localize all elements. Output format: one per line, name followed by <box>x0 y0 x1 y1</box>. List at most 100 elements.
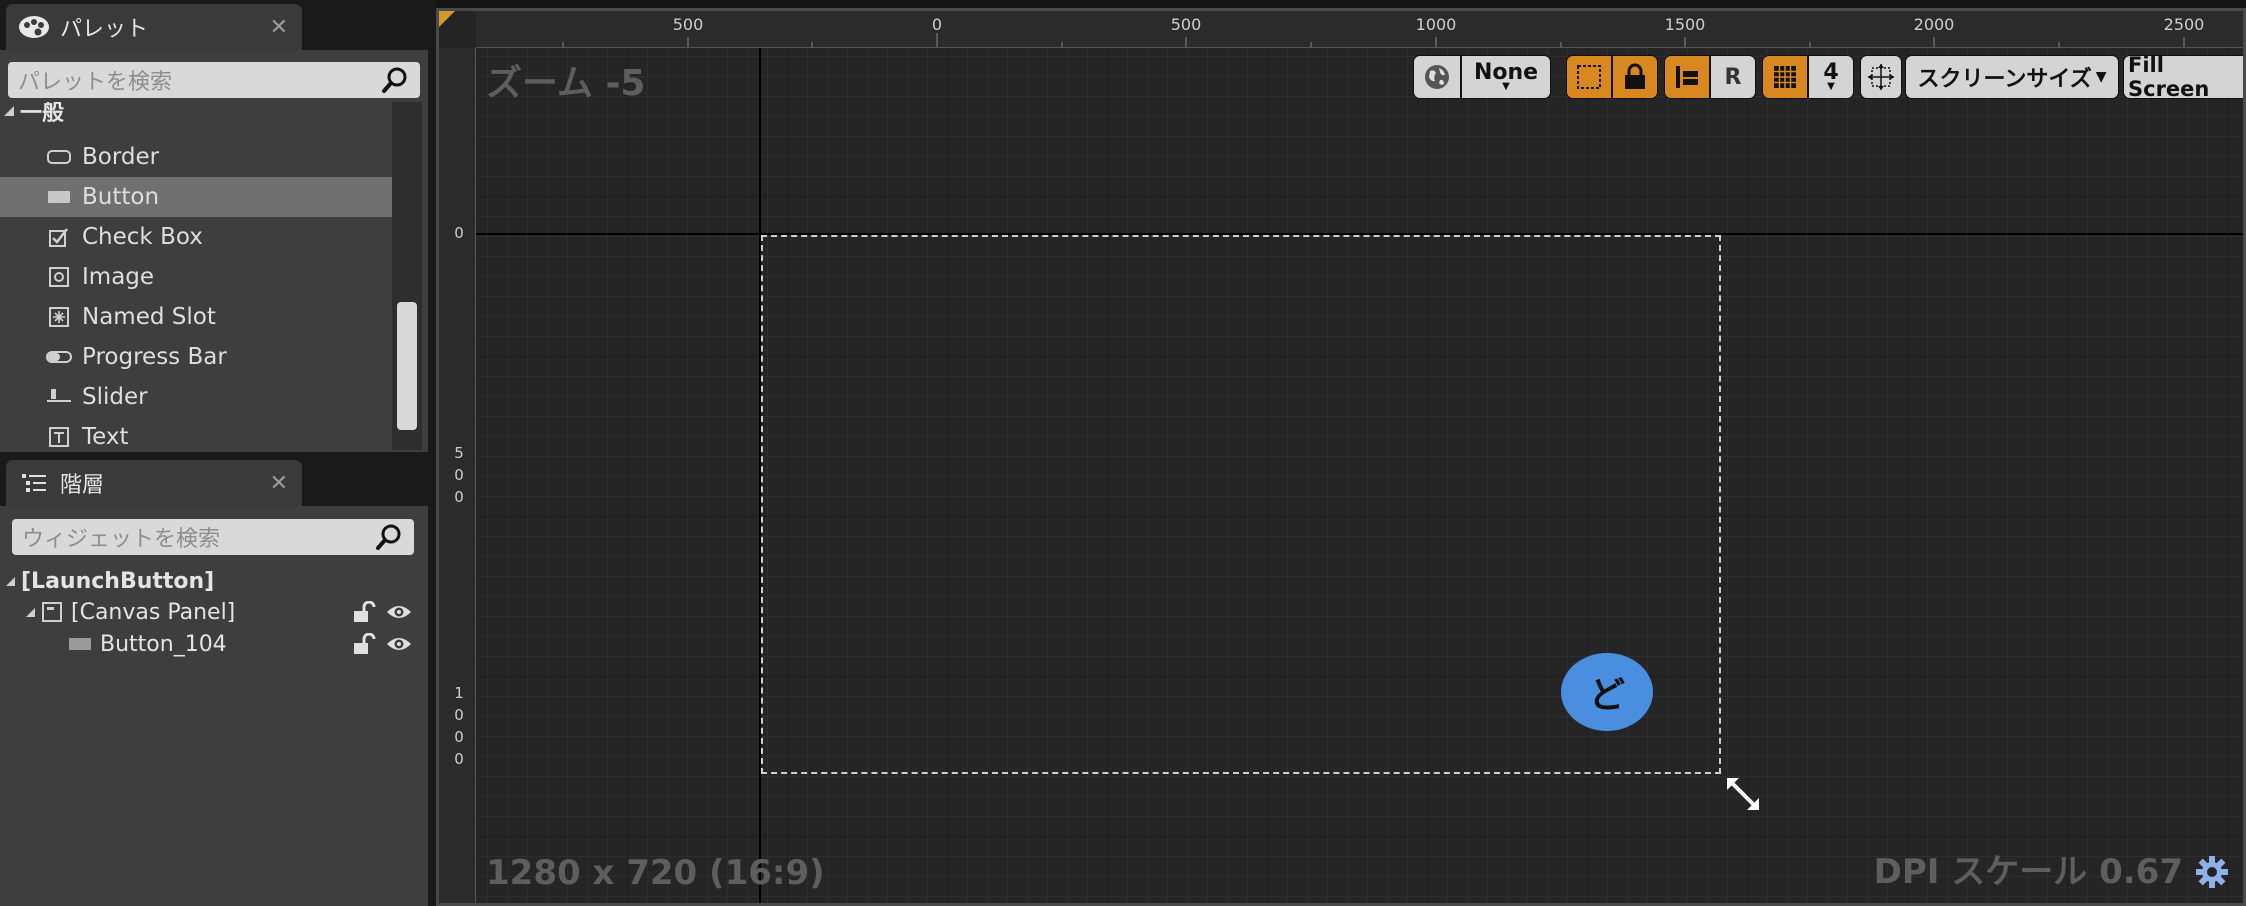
palette-tab-strip: パレット ✕ <box>0 0 436 50</box>
palette-item-slider[interactable]: Slider <box>0 377 392 417</box>
screen-size-dropdown[interactable]: スクリーンサイズ ▼ <box>1905 55 2119 99</box>
designer-viewport[interactable]: 500 0 500 1000 1500 2000 2500 0 5 0 0 1 … <box>436 8 2246 906</box>
palette-scrollbar-thumb[interactable] <box>397 302 417 430</box>
image-icon <box>44 265 74 289</box>
category-header[interactable]: 一般 <box>0 102 392 126</box>
ruler-digit: 0 <box>454 706 464 724</box>
grid-icon <box>1774 66 1796 88</box>
button-icon <box>44 185 74 209</box>
canvas-panel-icon <box>42 602 62 622</box>
unlock-icon[interactable] <box>352 633 376 655</box>
localization-value: None <box>1473 60 1539 85</box>
named-slot-icon <box>44 305 74 329</box>
cursor-badge[interactable]: ど <box>1561 653 1653 731</box>
slider-icon <box>44 385 74 409</box>
palette-item-named-slot[interactable]: Named Slot <box>0 297 392 337</box>
viewport-corner-marker <box>439 11 455 27</box>
tree-item-canvas-panel[interactable]: [Canvas Panel] <box>26 597 235 627</box>
palette-item-label: Image <box>82 264 155 290</box>
palette-item-label: Text <box>82 424 129 450</box>
gear-icon[interactable] <box>2195 855 2229 889</box>
palette-item-image[interactable]: Image <box>0 257 392 297</box>
left-column: パレット ✕ パレットを検索 一般 Border Button Check Bo… <box>0 0 436 906</box>
zoom-to-fit-button[interactable] <box>1860 55 1902 99</box>
palette-item-label: Named Slot <box>82 304 216 330</box>
palette-item-button[interactable]: Button <box>0 177 392 217</box>
ruler-left: 0 5 0 0 1 0 0 0 <box>439 48 476 903</box>
fill-screen-label: Fill Screen <box>2128 53 2210 101</box>
outline-toggle-button[interactable] <box>1566 55 1612 99</box>
hierarchy-tab-label: 階層 <box>60 473 105 498</box>
dpi-scale-label: DPI スケール 0.67 <box>1873 852 2183 892</box>
globe-button[interactable] <box>1413 55 1461 99</box>
design-canvas[interactable]: ど ズーム -5 1280 x 720 (16:9) DPI スケール 0.67 <box>476 48 2243 903</box>
eye-icon[interactable] <box>386 602 412 622</box>
collapse-arrow-icon[interactable] <box>6 576 15 586</box>
palette-item-label: Button <box>82 184 160 210</box>
collapse-arrow-icon[interactable] <box>4 106 14 116</box>
fill-screen-dropdown[interactable]: Fill Screen ▼ <box>2123 53 2243 101</box>
grid-size-value: 4 <box>1823 60 1839 85</box>
grid-size-dropdown[interactable]: 4 ▼ <box>1808 55 1854 99</box>
fill-screen-control: Fill Screen ▼ <box>2123 53 2243 101</box>
globe-icon <box>1425 65 1449 89</box>
tree-item-label: [LaunchButton] <box>21 568 215 594</box>
search-icon <box>382 67 407 93</box>
palette-item-text[interactable]: Text <box>0 417 392 450</box>
palette-item-check-box[interactable]: Check Box <box>0 217 392 257</box>
widget-search-placeholder: ウィジェットを検索 <box>22 527 221 552</box>
localization-dropdown[interactable]: None ▼ <box>1461 55 1551 99</box>
outline-icon <box>1577 65 1601 89</box>
resize-handle-icon[interactable] <box>1723 774 1763 814</box>
category-label: 一般 <box>20 102 65 126</box>
resolution-label: 1280 x 720 (16:9) <box>486 853 825 893</box>
palette-scrollbar[interactable] <box>392 102 422 450</box>
lock-toggle-button[interactable] <box>1612 55 1658 99</box>
palette-item-label: Progress Bar <box>82 344 227 370</box>
ruler-top: 500 0 500 1000 1500 2000 2500 <box>476 11 2243 48</box>
checkbox-icon <box>44 225 74 249</box>
fit-control <box>1860 55 1902 99</box>
grid-controls: 4 ▼ <box>1762 55 1854 99</box>
hierarchy-tab-strip: 階層 ✕ <box>0 456 436 506</box>
chevron-down-icon: ▼ <box>2095 69 2107 85</box>
ruler-digit: 0 <box>454 750 464 768</box>
tree-item-label: [Canvas Panel] <box>71 599 236 625</box>
zoom-level-label: ズーム -5 <box>486 63 646 104</box>
ruler-tick-label: 1 0 0 0 <box>452 682 466 770</box>
palette-item-label: Check Box <box>82 224 203 250</box>
palette-icon <box>18 13 50 41</box>
snap-toggle-button[interactable] <box>1664 55 1710 99</box>
palette-item-label: Slider <box>82 384 148 410</box>
palette-item-progress-bar[interactable]: Progress Bar <box>0 337 392 377</box>
text-icon <box>44 425 74 449</box>
respect-locks-toggles: R <box>1664 55 1756 99</box>
palette-list: 一般 Border Button Check Box Image Named S… <box>0 102 392 450</box>
ruler-digit: 0 <box>454 466 464 484</box>
rule-toggle-button[interactable]: R <box>1710 55 1756 99</box>
palette-search-input[interactable]: パレットを検索 <box>8 62 420 98</box>
close-icon[interactable]: ✕ <box>270 15 288 40</box>
progress-bar-icon <box>44 345 74 369</box>
ruler-tick-label: 0 <box>454 224 464 242</box>
close-icon[interactable]: ✕ <box>270 471 288 496</box>
hierarchy-panel: ウィジェットを検索 [LaunchButton] [Canvas Panel] <box>0 506 428 906</box>
palette-item-border[interactable]: Border <box>0 137 392 177</box>
transform-toggles <box>1566 55 1658 99</box>
collapse-arrow-icon[interactable] <box>26 607 35 617</box>
localization-control: None ▼ <box>1413 55 1551 99</box>
button-icon <box>69 638 91 650</box>
palette-tab-label: パレット <box>60 17 149 42</box>
widget-search-input[interactable]: ウィジェットを検索 <box>12 519 414 555</box>
grid-toggle-button[interactable] <box>1762 55 1808 99</box>
hierarchy-tab[interactable]: 階層 ✕ <box>6 460 302 506</box>
unlock-icon[interactable] <box>352 601 376 623</box>
tree-item-button[interactable]: Button_104 <box>68 629 227 659</box>
search-icon <box>376 524 401 550</box>
chevron-down-icon: ▼ <box>1827 81 1835 92</box>
tree-item-root[interactable]: [LaunchButton] <box>6 566 214 596</box>
eye-icon[interactable] <box>386 634 412 654</box>
ruler-top-ticks <box>562 33 2185 47</box>
palette-tab[interactable]: パレット ✕ <box>6 4 302 50</box>
screen-size-control: スクリーンサイズ ▼ <box>1905 55 2119 99</box>
